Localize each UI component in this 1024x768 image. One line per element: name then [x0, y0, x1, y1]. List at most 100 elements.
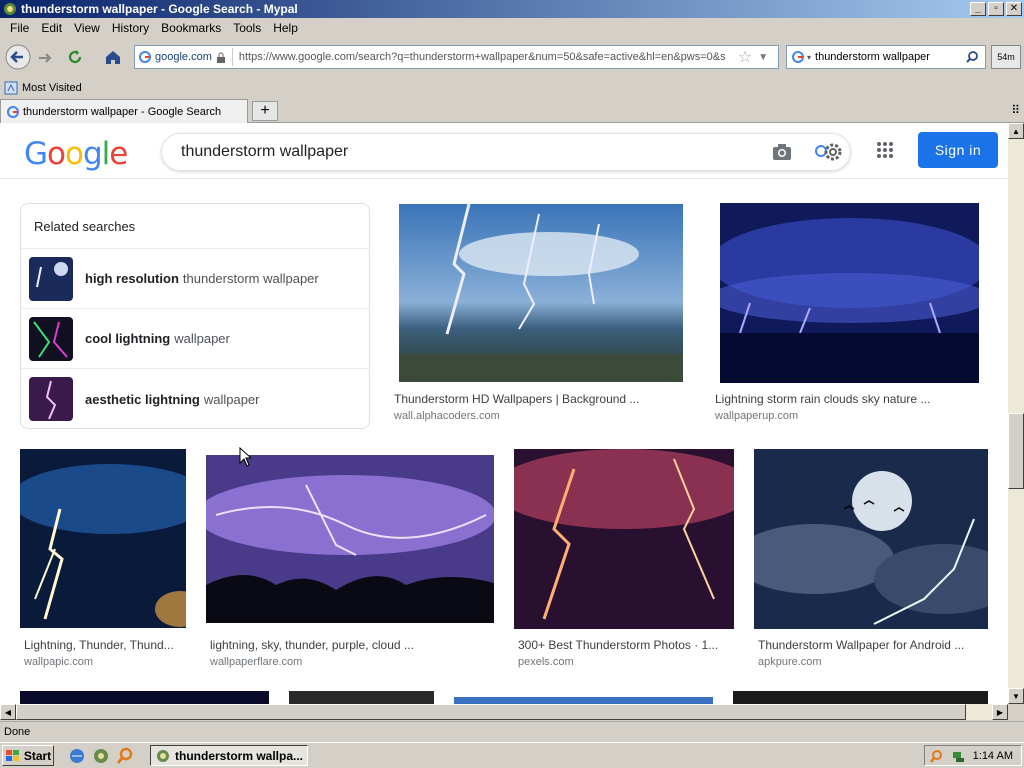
- search-engine-icon: [792, 51, 804, 63]
- google-header: Google thunderstorm wallpaper Sign in: [0, 123, 1008, 179]
- mypal-app-icon: [3, 2, 17, 16]
- quicklaunch-search-icon[interactable]: [116, 747, 134, 765]
- windows-logo-icon: [5, 749, 19, 761]
- menu-view[interactable]: View: [68, 21, 106, 35]
- related-searches-card: Related searches high resolution thunder…: [20, 203, 370, 429]
- result-caption-4[interactable]: lightning, sky, thunder, purple, cloud .…: [210, 638, 495, 652]
- engine-dropdown-icon[interactable]: ▾: [807, 53, 811, 62]
- result-image-3[interactable]: [20, 449, 186, 628]
- tray-clock: 1:14 AM: [972, 749, 1013, 762]
- scroll-right-button[interactable]: ▶: [992, 704, 1008, 720]
- result-image-9[interactable]: [454, 697, 713, 704]
- result-caption-6[interactable]: Thunderstorm Wallpaper for Android ...: [758, 638, 988, 652]
- reload-button[interactable]: [62, 46, 88, 68]
- url-dropdown-icon[interactable]: ▼: [758, 52, 768, 63]
- menu-help[interactable]: Help: [267, 21, 304, 35]
- related-thumb-2: [29, 316, 73, 361]
- scroll-left-button[interactable]: ◀: [0, 704, 16, 720]
- taskbar-window-title: thunderstorm wallpa...: [175, 748, 304, 763]
- url-bar[interactable]: google.com https://www.google.com/search…: [134, 45, 779, 69]
- menu-tools[interactable]: Tools: [227, 21, 267, 35]
- bookmark-star-icon[interactable]: ☆: [738, 47, 752, 67]
- taskbar-window-item[interactable]: thunderstorm wallpa...: [150, 745, 308, 766]
- result-image-5[interactable]: [514, 449, 734, 629]
- result-image-4[interactable]: [206, 455, 494, 623]
- forward-arrow-icon: [39, 53, 52, 63]
- scroll-down-button[interactable]: ▼: [1008, 688, 1024, 704]
- sign-in-button[interactable]: Sign in: [918, 132, 998, 168]
- logo-letter: o: [65, 136, 84, 172]
- maximize-button[interactable]: ▫: [988, 2, 1004, 16]
- home-button[interactable]: [100, 46, 126, 68]
- horizontal-scrollbar[interactable]: ◀ ▶: [0, 704, 1008, 720]
- quicklaunch-browser-icon[interactable]: [68, 747, 86, 765]
- result-caption-1[interactable]: Thunderstorm HD Wallpapers | Background …: [394, 392, 684, 406]
- result-image-8[interactable]: [289, 691, 434, 704]
- new-tab-button[interactable]: +: [252, 101, 278, 121]
- settings-gear-icon[interactable]: [812, 139, 846, 165]
- result-caption-5[interactable]: 300+ Best Thunderstorm Photos · 1...: [518, 638, 734, 652]
- most-visited-icon: [4, 81, 18, 95]
- page-content: Thunderstorm HD Wallpapers | Background …: [0, 123, 1008, 704]
- status-bar: Done: [0, 721, 1024, 741]
- extension-button[interactable]: 54m: [991, 45, 1021, 69]
- menu-history[interactable]: History: [106, 21, 155, 35]
- tab-bar: thunderstorm wallpaper - Google Search +…: [0, 99, 1024, 123]
- result-image-6[interactable]: [754, 449, 988, 629]
- result-image-10[interactable]: [733, 691, 988, 704]
- related-search-item[interactable]: cool lightning wallpaper: [21, 309, 369, 369]
- google-search-box[interactable]: thunderstorm wallpaper: [161, 133, 851, 171]
- camera-icon[interactable]: [772, 143, 792, 161]
- google-apps-icon[interactable]: [876, 141, 894, 159]
- related-search-item[interactable]: aesthetic lightning wallpaper: [21, 369, 369, 429]
- related-bold-3: aesthetic lightning: [85, 391, 200, 407]
- result-source-1: wall.alphacoders.com: [394, 410, 500, 422]
- lock-icon: [216, 52, 225, 63]
- minimize-button[interactable]: _: [970, 2, 986, 16]
- related-bold-1: high resolution: [85, 271, 179, 286]
- result-caption-3[interactable]: Lightning, Thunder, Thund...: [24, 638, 184, 652]
- navigation-toolbar: google.com https://www.google.com/search…: [0, 40, 1024, 74]
- vertical-scroll-thumb[interactable]: [1008, 413, 1024, 489]
- related-bold-2: cool lightning: [85, 331, 171, 346]
- forward-button[interactable]: [34, 48, 56, 68]
- tab-google-search[interactable]: thunderstorm wallpaper - Google Search: [0, 99, 248, 123]
- result-image-1[interactable]: [399, 204, 683, 382]
- related-search-item[interactable]: high resolution thunderstorm wallpaper: [21, 249, 369, 309]
- back-arrow-icon: [5, 44, 31, 70]
- tray-network-icon[interactable]: [951, 749, 965, 763]
- menu-bookmarks[interactable]: Bookmarks: [155, 21, 227, 35]
- tray-search-icon[interactable]: [929, 749, 943, 763]
- search-icon: [966, 51, 978, 63]
- scroll-up-button[interactable]: ▲: [1008, 123, 1024, 139]
- start-label: Start: [23, 748, 52, 763]
- browser-search-input[interactable]: thunderstorm wallpaper: [815, 51, 965, 63]
- menu-edit[interactable]: Edit: [35, 21, 68, 35]
- related-rest-2: wallpaper: [174, 331, 230, 346]
- close-button[interactable]: ✕: [1006, 2, 1022, 16]
- start-button[interactable]: Start: [2, 745, 54, 766]
- mouse-cursor-icon: [239, 447, 251, 467]
- tab-title: thunderstorm wallpaper - Google Search: [23, 105, 222, 118]
- google-logo[interactable]: Google: [24, 136, 128, 172]
- most-visited-link[interactable]: Most Visited: [22, 82, 82, 94]
- quicklaunch-mypal-icon[interactable]: [92, 747, 110, 765]
- result-source-4: wallpaperflare.com: [210, 656, 303, 668]
- browser-search-bar[interactable]: ▾ thunderstorm wallpaper: [786, 45, 986, 69]
- result-image-2[interactable]: [720, 203, 979, 383]
- result-source-6: apkpure.com: [758, 656, 822, 668]
- google-search-input[interactable]: thunderstorm wallpaper: [181, 143, 772, 161]
- horizontal-scroll-thumb[interactable]: [16, 704, 966, 720]
- url-text[interactable]: https://www.google.com/search?q=thunders…: [239, 51, 734, 63]
- menu-file[interactable]: File: [4, 21, 35, 35]
- result-source-5: pexels.com: [518, 656, 574, 668]
- result-image-7[interactable]: [20, 691, 269, 704]
- result-source-3: wallpapic.com: [24, 656, 94, 668]
- vertical-scrollbar[interactable]: ▲ ▼: [1008, 123, 1024, 704]
- site-identity[interactable]: google.com: [139, 48, 233, 66]
- home-icon: [106, 51, 120, 64]
- tab-list-icon[interactable]: ⠿: [1011, 103, 1020, 117]
- back-button[interactable]: [4, 44, 32, 70]
- result-caption-2[interactable]: Lightning storm rain clouds sky nature .…: [715, 392, 990, 406]
- related-thumb-1: [29, 256, 73, 301]
